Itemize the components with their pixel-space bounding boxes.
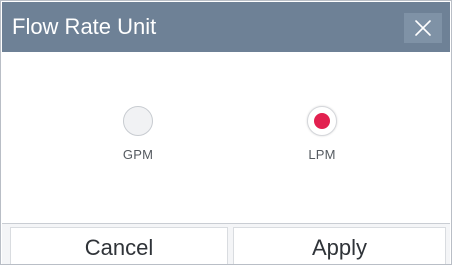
unit-option-lpm[interactable]: LPM [262,106,382,162]
dialog-titlebar: Flow Rate Unit [2,2,450,52]
radio-selected-dot [314,113,330,129]
flow-rate-unit-dialog: Flow Rate Unit GPM LPM Cancel Apply [0,0,452,265]
unit-option-gpm[interactable]: GPM [78,106,198,162]
unit-option-label: GPM [122,147,154,162]
dialog-title: Flow Rate Unit [12,14,157,39]
cancel-button[interactable]: Cancel [10,227,228,264]
dialog-footer: Cancel Apply [2,223,450,264]
close-icon [415,20,431,36]
radio-button-lpm[interactable] [307,106,337,136]
apply-button[interactable]: Apply [233,227,446,264]
close-button[interactable] [404,13,442,43]
radio-button-gpm[interactable] [123,106,153,136]
unit-option-label: LPM [308,147,336,162]
